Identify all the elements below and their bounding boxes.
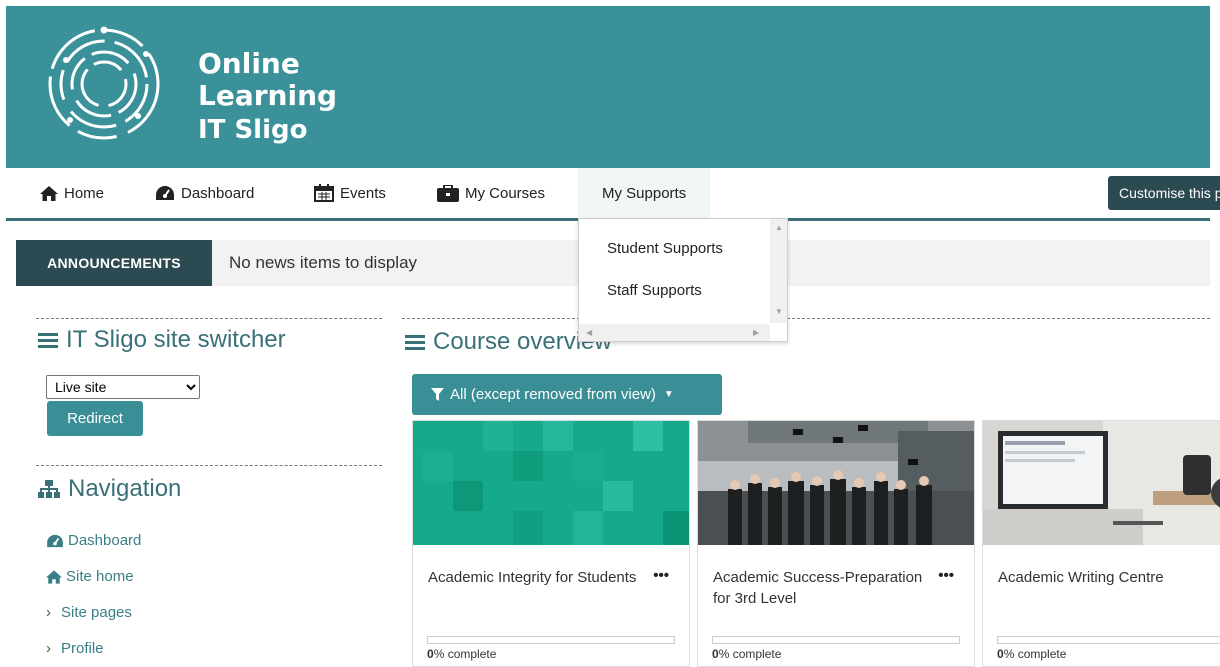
- main-navbar: Home Dashboard Events My Courses My Supp…: [6, 168, 1220, 221]
- course-card[interactable]: Academic Integrity for Students ••• 0% c…: [412, 420, 690, 667]
- chevron-right-icon: ›: [46, 640, 51, 657]
- block-divider: [402, 318, 1210, 319]
- course-progress-text: 0% complete: [427, 647, 496, 661]
- course-progress-bar: [997, 636, 1220, 644]
- nav-link-site-pages[interactable]: › Site pages: [46, 604, 132, 621]
- course-progress-value: 0: [712, 647, 719, 661]
- course-progress-suffix: % complete: [1003, 647, 1067, 661]
- block-divider: [36, 318, 382, 319]
- more-options-icon[interactable]: •••: [938, 567, 954, 584]
- nav-dashboard[interactable]: Dashboard: [155, 168, 254, 218]
- scroll-right-icon[interactable]: ▶: [753, 328, 759, 337]
- course-progress-text: 0% complete: [712, 647, 781, 661]
- course-progress-value: 0: [427, 647, 434, 661]
- dropdown-vertical-scrollbar[interactable]: ▲ ▼: [770, 219, 787, 323]
- nav-my-supports-label: My Supports: [602, 184, 687, 202]
- home-icon: [40, 185, 58, 201]
- nav-link-dashboard[interactable]: Dashboard: [46, 532, 141, 549]
- chevron-right-icon: ›: [46, 604, 51, 621]
- nav-home-label: Home: [64, 184, 105, 202]
- site-header: Online Learning IT Sligo: [6, 6, 1210, 168]
- course-card-image[interactable]: [983, 421, 1220, 545]
- nav-events[interactable]: Events: [314, 168, 386, 218]
- dropdown-horizontal-scrollbar[interactable]: ◀ ▶: [579, 324, 770, 341]
- site-switcher-select[interactable]: Live site: [46, 375, 200, 399]
- nav-dashboard-label: Dashboard: [181, 184, 255, 202]
- course-card-image[interactable]: [413, 421, 689, 545]
- sitemap-icon: [38, 480, 60, 498]
- dashboard-icon: [47, 534, 63, 547]
- course-progress-suffix: % complete: [718, 647, 782, 661]
- nav-my-supports[interactable]: My Supports: [578, 168, 711, 218]
- nav-link-site-home-label: Site home: [66, 568, 134, 585]
- course-progress-bar: [427, 636, 675, 644]
- menu-item-student-supports[interactable]: Student Supports: [607, 240, 723, 257]
- nav-link-site-home[interactable]: Site home: [46, 568, 134, 585]
- nav-link-site-pages-label: Site pages: [61, 604, 132, 621]
- hamburger-icon: [405, 335, 425, 350]
- course-filter-dropdown[interactable]: All (except removed from view) ▼: [412, 374, 722, 415]
- nav-events-label: Events: [340, 184, 386, 202]
- calendar-icon: [314, 184, 334, 202]
- scroll-left-icon[interactable]: ◀: [586, 328, 592, 337]
- nav-link-profile-label: Profile: [61, 640, 104, 657]
- caret-down-icon: ▼: [663, 389, 674, 400]
- navigation-title: Navigation: [38, 475, 181, 503]
- nav-link-dashboard-label: Dashboard: [68, 532, 142, 549]
- brand-line2: Learning: [198, 79, 338, 112]
- filter-icon: [431, 388, 444, 401]
- course-card[interactable]: Academic Success-Preparation for 3rd Lev…: [697, 420, 975, 667]
- redirect-button[interactable]: Redirect: [47, 401, 143, 436]
- block-divider: [36, 465, 382, 466]
- course-card-image[interactable]: [698, 421, 974, 545]
- nav-my-courses-label: My Courses: [465, 184, 546, 202]
- course-progress-value: 0: [997, 647, 1004, 661]
- nav-my-courses[interactable]: My Courses: [437, 168, 545, 218]
- scroll-down-icon[interactable]: ▼: [775, 307, 783, 316]
- menu-item-staff-supports[interactable]: Staff Supports: [607, 282, 702, 299]
- scroll-up-icon[interactable]: ▲: [775, 223, 783, 232]
- course-progress-suffix: % complete: [433, 647, 497, 661]
- site-switcher-title: IT Sligo site switcher: [38, 326, 286, 354]
- course-filter-label: All (except removed from view): [450, 386, 656, 403]
- supports-dropdown-menu: Student Supports Staff Supports ▲ ▼ ◀ ▶: [578, 218, 788, 342]
- course-card-title[interactable]: Academic Integrity for Students: [428, 567, 638, 588]
- hamburger-icon: [38, 333, 58, 348]
- dashboard-icon: [156, 186, 174, 200]
- brand-line3: IT Sligo: [198, 115, 308, 145]
- course-progress-text: 0% complete: [997, 647, 1066, 661]
- home-icon: [46, 569, 62, 584]
- briefcase-icon: [437, 184, 459, 202]
- course-card-title[interactable]: Academic Success-Preparation for 3rd Lev…: [713, 567, 923, 609]
- logo-rings-icon: [48, 26, 160, 140]
- announcements-text: No news items to display: [229, 253, 418, 272]
- nav-link-profile[interactable]: › Profile: [46, 640, 104, 657]
- brand-line1: Online: [198, 47, 300, 80]
- navigation-title-text: Navigation: [68, 475, 182, 502]
- brand-logo[interactable]: Online Learning IT Sligo: [198, 48, 337, 146]
- site-switcher-title-text: IT Sligo site switcher: [66, 326, 286, 353]
- course-card-title[interactable]: Academic Writing Centre: [998, 567, 1208, 588]
- course-progress-bar: [712, 636, 960, 644]
- customise-page-button[interactable]: Customise this page: [1108, 176, 1220, 210]
- more-options-icon[interactable]: •••: [653, 567, 669, 584]
- course-card[interactable]: Academic Writing Centre 0% complete: [982, 420, 1220, 667]
- announcements-label: ANNOUNCEMENTS: [16, 240, 212, 286]
- nav-home[interactable]: Home: [40, 168, 104, 218]
